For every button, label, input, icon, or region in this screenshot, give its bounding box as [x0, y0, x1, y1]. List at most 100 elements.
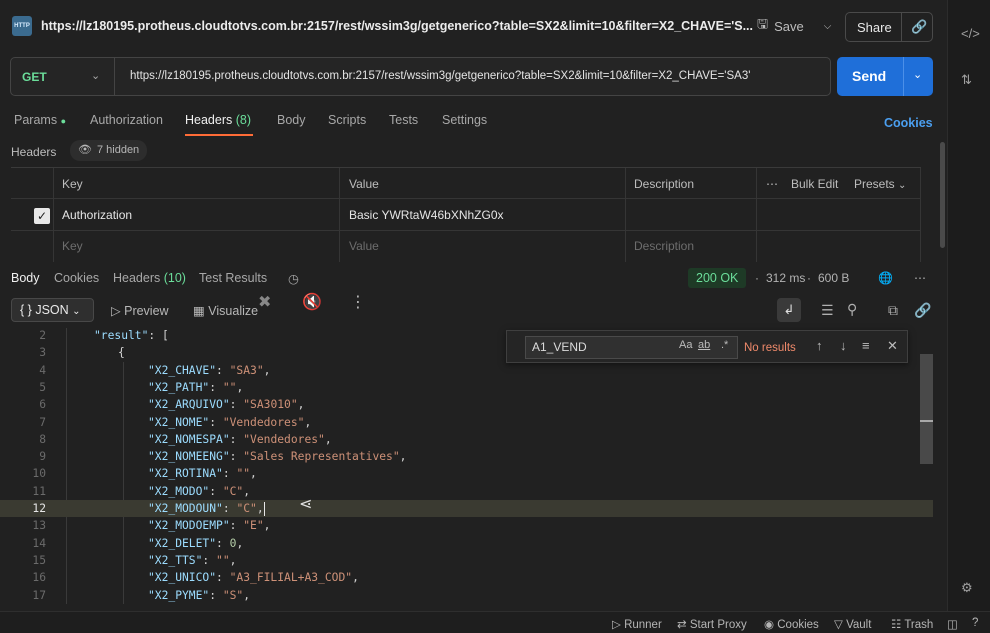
history-icon[interactable]: ◷	[288, 271, 299, 286]
more-options-icon[interactable]: ⋯	[766, 177, 778, 191]
code-line[interactable]: 17 "X2_PYME": "S",	[0, 587, 933, 604]
header-key-cell[interactable]: Authorization	[62, 208, 132, 222]
share-button[interactable]: Share 🔗	[845, 12, 933, 42]
status-badge[interactable]: 200 OK	[688, 268, 747, 288]
line-number: 15	[32, 553, 46, 567]
preview-button[interactable]: ▷ Preview	[111, 303, 169, 318]
response-size[interactable]: 600 B	[818, 271, 849, 285]
tab-headers[interactable]: Headers (8)	[185, 113, 251, 127]
close-icon[interactable]: ✕	[887, 338, 898, 354]
code-icon[interactable]: </>	[961, 26, 980, 41]
pin-off-icon[interactable]: ✖	[258, 292, 271, 312]
tab-response-headers[interactable]: Headers (10)	[113, 271, 186, 285]
method-select[interactable]: GET ⌄	[11, 58, 115, 95]
related-icon[interactable]: ⇅	[961, 72, 972, 88]
cookies-link[interactable]: Cookies	[884, 116, 933, 130]
json-comma: ,	[304, 415, 312, 429]
mute-icon[interactable]: 🔇	[302, 292, 322, 312]
hidden-headers-toggle[interactable]: 👁 7 hidden	[70, 140, 148, 161]
json-string-value: "S"	[222, 588, 244, 602]
settings-icon[interactable]: ⚙	[961, 580, 973, 596]
visualize-button[interactable]: ▦ Visualize	[193, 303, 258, 318]
tab-scripts[interactable]: Scripts	[328, 113, 366, 127]
runner-button[interactable]: ▷ Runner	[612, 617, 662, 631]
match-case-toggle[interactable]: Aa	[679, 339, 692, 351]
whole-word-toggle[interactable]: ab	[698, 339, 710, 351]
tab-tests[interactable]: Tests	[389, 113, 418, 127]
presets-dropdown[interactable]: Presets ⌄	[854, 177, 906, 191]
send-label: Send	[852, 68, 887, 84]
find-widget: A1_VEND Aa ab .* No results ↑ ↓ ≡ ✕	[506, 330, 908, 363]
wrap-lines-icon[interactable]: ↲	[777, 298, 801, 322]
regex-toggle[interactable]: .*	[721, 339, 728, 351]
response-body-editor[interactable]: 2 "result": [3 {4 "X2_CHAVE": "SA3", 5 "X2_PA…	[0, 328, 933, 604]
tab-settings[interactable]: Settings	[442, 113, 487, 127]
search-icon[interactable]: ⚲	[847, 301, 857, 318]
line-number: 10	[32, 467, 46, 481]
arrow-down-icon[interactable]: ↓	[840, 338, 847, 353]
arrow-up-icon[interactable]: ↑	[816, 338, 823, 353]
json-comma: ,	[236, 536, 244, 550]
tab-body[interactable]: Body	[277, 113, 306, 127]
bulk-edit-button[interactable]: Bulk Edit	[791, 177, 838, 191]
code-line[interactable]: 10 "X2_ROTINA": "",	[0, 465, 933, 482]
code-line[interactable]: 8 "X2_NOMESPA": "Vendedores",	[0, 431, 933, 448]
find-in-selection-icon[interactable]: ≡	[862, 338, 870, 353]
code-line[interactable]: 5 "X2_PATH": "",	[0, 379, 933, 396]
tab-test-results[interactable]: Test Results	[199, 271, 267, 285]
new-description-input[interactable]: Description	[634, 239, 694, 253]
header-enabled-checkbox[interactable]: ✓	[34, 208, 50, 224]
start-proxy-button[interactable]: ⇄ Start Proxy	[677, 617, 747, 631]
code-line[interactable]: 16 "X2_UNICO": "A3_FILIAL+A3_COD",	[0, 569, 933, 586]
tab-response-body[interactable]: Body	[11, 271, 40, 285]
json-comma: ,	[236, 380, 244, 394]
json-comma: ,	[250, 467, 257, 481]
tab-params[interactable]: Params ●	[14, 113, 66, 127]
response-time[interactable]: 312 ms	[766, 271, 805, 285]
code-line[interactable]: 7 "X2_NOME": "Vendedores",	[0, 414, 933, 431]
trash-button[interactable]: ☷ Trash	[891, 617, 933, 631]
network-globe-icon[interactable]: 🌐	[878, 271, 893, 285]
code-line[interactable]: 14 "X2_DELET": 0,	[0, 535, 933, 552]
filter-icon[interactable]: ☰	[821, 302, 834, 319]
more-vertical-icon[interactable]: ⋮	[350, 292, 366, 312]
vault-button[interactable]: ▽ Vault	[834, 617, 871, 631]
code-line[interactable]: 12 "X2_MODOUN": "C",	[0, 500, 933, 518]
save-button[interactable]: 🖫 Save ⌵	[757, 15, 831, 37]
http-request-icon: HTTP	[12, 16, 32, 36]
help-icon[interactable]: ?	[972, 617, 978, 629]
link-icon[interactable]: 🔗	[914, 302, 931, 319]
link-icon[interactable]: 🔗	[902, 19, 927, 35]
tab-authorization[interactable]: Authorization	[90, 113, 163, 127]
request-pane-scrollbar[interactable]	[940, 142, 945, 248]
code-content: "X2_MODO": "C",	[148, 483, 250, 500]
format-select[interactable]: { } JSON ⌄	[11, 298, 94, 322]
layout-icon[interactable]: ◫	[947, 617, 958, 631]
new-value-input[interactable]: Value	[349, 239, 379, 253]
more-options-icon[interactable]: ⋯	[914, 271, 926, 285]
code-line[interactable]: 11 "X2_MODO": "C",	[0, 483, 933, 500]
editor-scrollbar[interactable]	[920, 354, 933, 464]
chevron-down-icon[interactable]: ⌵	[824, 21, 832, 32]
chevron-down-icon[interactable]: ⌄	[913, 68, 922, 81]
cookies-button[interactable]: ◉ Cookies	[764, 617, 819, 631]
code-line[interactable]: 13 "X2_MODOEMP": "E",	[0, 517, 933, 534]
code-line[interactable]: 6 "X2_ARQUIVO": "SA3010",	[0, 396, 933, 413]
tab-response-cookies[interactable]: Cookies	[54, 271, 99, 285]
json-comma: ,	[324, 432, 332, 446]
copy-icon[interactable]: ⧉	[888, 302, 898, 319]
headers-table: Key Value Description ⋯ Bulk Edit Preset…	[11, 167, 921, 262]
code-line[interactable]: 4 "X2_CHAVE": "SA3",	[0, 362, 933, 379]
eye-icon: 👁	[78, 144, 92, 156]
code-content: "X2_NOMEENG": "Sales Representatives",	[148, 448, 406, 465]
new-key-input[interactable]: Key	[62, 239, 83, 253]
code-content: "X2_MODOEMP": "E",	[148, 517, 270, 534]
line-number: 8	[39, 432, 46, 446]
header-value-cell[interactable]: Basic YWRtaW46bXNhZG0x	[349, 208, 504, 222]
code-line[interactable]: 9 "X2_NOMEENG": "Sales Representatives",	[0, 448, 933, 465]
code-line[interactable]: 15 "X2_TTS": "",	[0, 552, 933, 569]
request-title[interactable]: https://lz180195.protheus.cloudtotvs.com…	[41, 19, 753, 33]
params-dot-indicator: ●	[60, 116, 66, 126]
url-input[interactable]: https://lz180195.protheus.cloudtotvs.com…	[130, 70, 750, 82]
send-button[interactable]: Send ⌄	[837, 57, 933, 96]
